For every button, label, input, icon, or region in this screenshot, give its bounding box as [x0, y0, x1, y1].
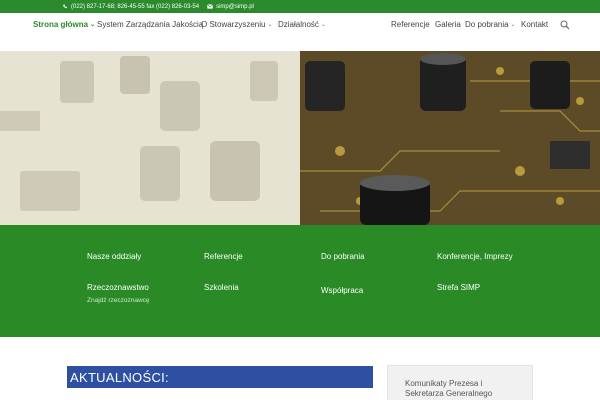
link-nasze-oddzialy[interactable]: Nasze oddziały	[87, 252, 141, 261]
envelope-icon	[207, 4, 213, 9]
news-section-title: AKTUALNOŚCI:	[67, 366, 373, 388]
nav-item-kontakt[interactable]: Kontakt	[521, 20, 548, 29]
news-title-text: AKTUALNOŚCI:	[70, 369, 169, 385]
link-konferencje-imprezy[interactable]: Konferencje, Imprezy	[437, 252, 513, 261]
link-rzeczoznawstwo[interactable]: Rzeczoznawstwo	[87, 283, 149, 292]
link-referencje[interactable]: Referencje	[204, 252, 243, 261]
main-navigation: Strona główna ⌄ System Zarządzania Jakośc…	[0, 13, 600, 51]
chevron-down-icon: ⌄	[90, 22, 96, 28]
chevron-down-icon: ⌄	[267, 22, 273, 28]
link-wspolpraca[interactable]: Współpraca	[321, 286, 363, 295]
nav-item-system-zarzadzania[interactable]: System Zarządzania Jakością	[97, 20, 203, 29]
nav-item-o-stowarzyszeniu[interactable]: O Stowarzyszeniu ⌄	[201, 20, 273, 29]
link-szkolenia[interactable]: Szkolenia	[204, 283, 239, 292]
nav-item-galeria[interactable]: Galeria	[435, 20, 461, 29]
email-info[interactable]: simp@simp.pl	[207, 4, 254, 10]
hero-banner	[0, 51, 600, 225]
announcements-title-line1[interactable]: Komunikaty Prezesa i	[405, 379, 532, 389]
hero-image-circuit-board	[300, 51, 600, 225]
nav-item-strona-glowna[interactable]: Strona główna ⌄	[33, 20, 95, 29]
search-icon[interactable]	[560, 20, 570, 30]
phone-text: (022) 827-17-68; 826-45-55 fax (022) 826…	[71, 3, 200, 10]
chevron-down-icon: ⌄	[510, 22, 516, 28]
link-strefa-simp[interactable]: Strefa SIMP	[437, 283, 480, 292]
nav-item-dzialalnosc[interactable]: Działalność ⌄	[278, 20, 326, 29]
nav-item-referencje[interactable]: Referencje	[391, 20, 430, 29]
nav-item-do-pobrania[interactable]: Do pobrania ⌄	[465, 20, 516, 29]
phone-icon	[63, 4, 67, 9]
link-do-pobrania[interactable]: Do pobrania	[321, 252, 365, 261]
phone-info: (022) 827-17-68; 826-45-55 fax (022) 826…	[62, 4, 199, 10]
announcements-title-line2[interactable]: Sekretarza Generalnego	[405, 389, 532, 399]
hero-image-faded	[0, 51, 300, 225]
quick-links-section: Nasze oddziały Referencje Do pobrania Ko…	[0, 225, 600, 337]
sidebar-announcements-box: Komunikaty Prezesa i Sekretarza Generaln…	[387, 365, 533, 400]
top-contact-bar: (022) 827-17-68; 826-45-55 fax (022) 826…	[0, 0, 600, 13]
link-znajdz-rzeczoznawce[interactable]: Znajdź rzeczoznawcę	[87, 297, 150, 304]
chevron-down-icon: ⌄	[320, 22, 326, 28]
email-text[interactable]: simp@simp.pl	[216, 4, 254, 10]
